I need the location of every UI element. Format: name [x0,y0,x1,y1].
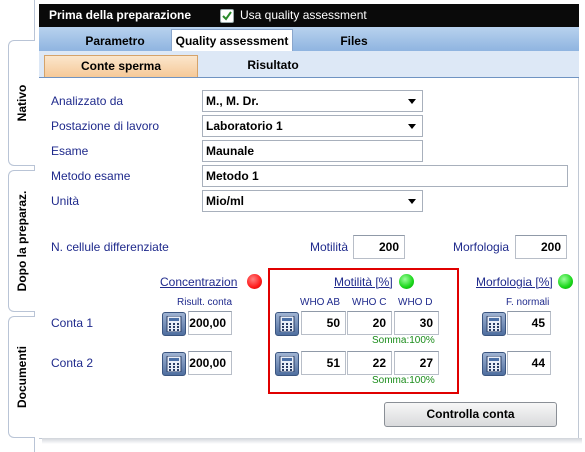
concentrazione-calc-button[interactable] [162,312,186,336]
controlla-conta-button[interactable]: Controlla conta [384,402,557,427]
unita-label: Unità [51,194,80,208]
postazione-label: Postazione di lavoro [51,119,160,133]
morfologia-link[interactable]: Morfologia [%] [476,275,553,289]
motilita-count-input[interactable]: 200 [353,235,405,259]
morfologia-status-dot [558,274,573,289]
subtab-risultato[interactable]: Risultato [199,55,347,76]
cell-value: 45 [531,316,545,330]
side-tab-documenti[interactable]: Documenti [8,316,35,438]
morfologia-calc-button[interactable] [482,312,506,336]
side-tab-label: Dopo la preparaz. [15,190,29,292]
header-title: Prima della preparazione [49,8,192,22]
chevron-down-icon [408,99,416,104]
tab-quality-assessment[interactable]: Quality assessment [171,29,293,52]
morfologia-count-label: Morfologia [453,240,510,254]
conta-1-label: Conta 1 [51,316,94,330]
side-tab-label: Nativo [15,84,29,122]
unita-select[interactable]: Mio/ml [202,190,423,212]
main-tabs: Parametro Quality assessment Files [39,27,579,52]
subtab-conte-sperma[interactable]: Conte sperma [44,55,198,77]
concentrazione-calc-button-2[interactable] [162,352,186,376]
panel-shadow [42,438,582,444]
concentrazione-link[interactable]: Concentrazion [160,275,237,289]
tab-files[interactable]: Files [293,31,415,51]
metodo-input[interactable]: Metodo 1 [202,165,568,187]
esame-label: Esame [51,144,89,158]
chevron-down-icon [408,199,416,204]
checkmark-icon [222,11,232,21]
quality-checkbox-label: Usa quality assessment [240,8,367,22]
morfologia-calc-button-2[interactable] [482,352,506,376]
postazione-value: Laboratorio 1 [206,119,283,133]
calculator-icon [486,356,502,372]
sub-tabs: Conte sperma Risultato [39,51,579,78]
side-tab-nativo[interactable]: Nativo [8,40,35,166]
calculator-icon [166,316,182,332]
metodo-value: Metodo 1 [206,169,259,183]
esame-input[interactable]: Maunale [202,140,423,162]
concentrazione-status-dot [247,274,262,289]
morfologia-count-value: 200 [540,240,561,254]
motilita-count-value: 200 [378,240,399,254]
f-normali-header: F. normali [506,297,550,308]
conta-1-f-normali[interactable]: 45 [507,311,551,335]
tab-parametro[interactable]: Parametro [59,31,171,51]
motilita-count-label: Motilità [310,240,349,254]
motilita-highlight-box [268,268,459,394]
metodo-label: Metodo esame [51,169,131,183]
chevron-down-icon [408,124,416,129]
esame-value: Maunale [206,144,255,158]
analizzato-da-label: Analizzato da [51,94,124,108]
postazione-select[interactable]: Laboratorio 1 [202,115,423,137]
cell-value: 200,00 [189,316,226,330]
morfologia-count-input[interactable]: 200 [515,235,567,259]
quality-checkbox[interactable] [220,9,234,23]
side-tab-dopo-preparazione[interactable]: Dopo la preparaz. [8,170,35,312]
unita-value: Mio/ml [206,194,244,208]
conta-1-concentrazione[interactable]: 200,00 [188,311,232,335]
calculator-icon [486,316,502,332]
conta-2-f-normali[interactable]: 44 [507,351,551,375]
cell-value: 44 [531,356,545,370]
analizzato-da-value: M., M. Dr. [206,94,259,108]
calculator-icon [166,356,182,372]
conta-2-label: Conta 2 [51,356,94,370]
risult-conta-header: Risult. conta [177,297,233,308]
analizzato-da-select[interactable]: M., M. Dr. [202,90,423,112]
cell-value: 200,00 [189,356,226,370]
conta-2-concentrazione[interactable]: 200,00 [188,351,232,375]
cellule-label: N. cellule differenziate [51,240,169,254]
side-tab-label: Documenti [15,345,29,409]
header-bar: Prima della preparazione Usa quality ass… [39,4,579,27]
